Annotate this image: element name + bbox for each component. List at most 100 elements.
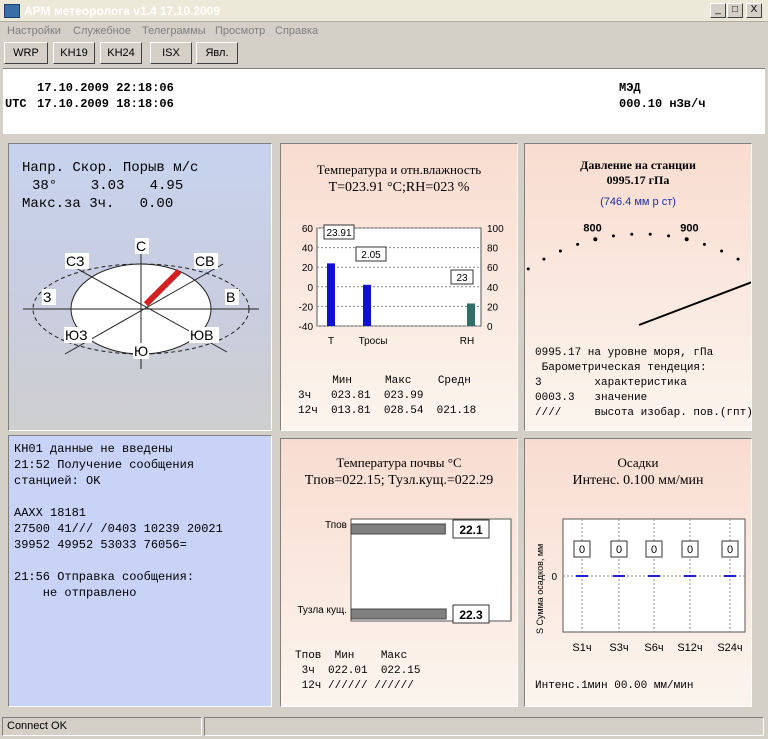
kh24-button[interactable]: KH24 (100, 42, 142, 64)
menu-view[interactable]: Просмотр (215, 25, 265, 37)
menu-help[interactable]: Справка (275, 25, 318, 37)
gauge-tick (648, 232, 652, 236)
temp-data-label: 23.91 (326, 228, 351, 239)
precip-category-label: S3ч (609, 642, 628, 654)
temp-bar (327, 263, 335, 326)
soil-stats-3h: 3ч 022.01 022.15 (295, 665, 421, 677)
gauge-tick (542, 257, 546, 261)
pressure-panel: Давление на станции 0995.17 гПа (746.4 м… (524, 143, 752, 431)
precip-y-axis-label: S Сумма осадков, мм (535, 544, 545, 634)
log-line: 27500 41/// /0403 10239 20021 (14, 522, 223, 536)
close-button[interactable]: X (746, 3, 762, 18)
compass-sw: ЮЗ (65, 327, 88, 343)
precipitation-panel: Осадки Интенс. 0.100 мм/мин 0S Сумма оса… (524, 438, 752, 707)
temp-left-tick: -20 (299, 302, 314, 313)
menu-settings[interactable]: Настройки (7, 25, 61, 37)
compass-se: ЮВ (190, 327, 213, 343)
gauge-tick (526, 267, 530, 271)
gauge-tick (611, 234, 615, 238)
precip-data-label: 0 (651, 544, 657, 556)
menu-service[interactable]: Служебное (73, 25, 131, 37)
precip-category-label: S6ч (644, 642, 663, 654)
temp-category-label: RH (460, 336, 474, 347)
utc-label: UTC (5, 97, 27, 111)
precip-intensity-1min: Интенс.1мин 00.00 мм/мин (535, 680, 694, 692)
temp-category-label: Тросы (359, 336, 388, 347)
precip-bar (724, 575, 736, 577)
soil-category-label: Тпов (325, 520, 347, 531)
temp-right-tick: 40 (487, 283, 499, 294)
temp-left-tick: 20 (302, 263, 314, 274)
menu-telegrams[interactable]: Телеграммы (142, 25, 206, 37)
temp-data-label: 2.05 (361, 250, 381, 261)
gauge-tick (684, 237, 689, 242)
maximize-button[interactable]: □ (727, 3, 743, 18)
wrp-button[interactable]: WRP (4, 42, 48, 64)
soil-stats-header: Tпов Мин Макс (295, 650, 408, 662)
menu-bar: Настройки Служебное Телеграммы Просмотр … (0, 22, 768, 40)
precip-bar (613, 575, 625, 577)
status-text: Connect OK (2, 717, 202, 736)
isobaric-height: //// высота изобар. пов.(гпт) (535, 407, 752, 419)
precip-data-label: 0 (727, 544, 733, 556)
isx-button[interactable]: ISX (150, 42, 192, 64)
temp-left-tick: 40 (302, 244, 314, 255)
temperature-stats-12h: 12ч 013.81 028.54 021.18 (298, 405, 477, 417)
precip-bar (648, 575, 660, 577)
temp-left-tick: -40 (299, 322, 314, 333)
soil-chart: Тпов 22.1 Тузла кущ. 22.3 (297, 518, 512, 624)
message-log-panel: КН01 данные не введены 21:52 Получение со… (8, 435, 272, 707)
soil-data-label: 22.1 (459, 523, 483, 537)
temp-right-tick: 60 (487, 263, 499, 274)
precip-bar (576, 575, 588, 577)
kh19-button[interactable]: KH19 (53, 42, 95, 64)
toolbar: WRP KH19 KH24 ISX Явл. (0, 40, 768, 66)
gauge-scale-label: 800 (583, 223, 601, 235)
gauge-scale-label: 900 (680, 223, 698, 235)
message-log: КН01 данные не введены 21:52 Получение со… (14, 441, 223, 601)
soil-temperature-panel: Температура почвы °C Tпов=022.15; Тузл.к… (280, 438, 518, 707)
dose-rate-value: 000.10 нЗв/ч (619, 97, 706, 111)
soil-bar (350, 608, 447, 620)
precip-category-label: S24ч (717, 642, 742, 654)
minimize-button[interactable]: _ (710, 3, 726, 18)
dose-rate-label: МЭД (619, 81, 641, 95)
wind-compass: С СВ В ЮВ Ю ЮЗ З СЗ (23, 238, 259, 369)
log-line: AAXX 18181 (14, 506, 87, 520)
precip-data-label: 0 (579, 544, 585, 556)
temperature-chart: 60 40 20 0 -20 -40 100 80 60 40 20 0 23.91 2.05 23 T Тро… (299, 224, 505, 347)
gauge-tick (702, 242, 706, 246)
precip-category-label: S1ч (572, 642, 591, 654)
log-line: не отправлено (14, 586, 137, 600)
wind-panel: Напр. Скор. Порыв м/с 38° 3.03 4.95 Макс… (8, 143, 272, 431)
precip-bar (684, 575, 696, 577)
status-bar: Connect OK (0, 715, 768, 739)
precip-y-tick: 0 (551, 572, 557, 583)
compass-w: З (43, 289, 51, 305)
log-line: 21:56 Отправка сообщения: (14, 570, 195, 584)
soil-stats-12h: 12ч ////// ////// (295, 680, 414, 692)
temp-right-tick: 100 (487, 224, 504, 235)
gauge-tick (736, 257, 740, 261)
sea-level-pressure: 0995.17 на уровне моря, гПа (535, 347, 714, 359)
log-line: 21:52 Получение сообщения (14, 458, 195, 472)
gauge-tick (630, 232, 634, 236)
pressure-tendency-label: Барометрическая тендеция: (535, 362, 707, 374)
temperature-stats-header: Мин Макс Средн (319, 375, 471, 387)
compass-nw: СЗ (66, 253, 84, 269)
temp-bar (467, 303, 475, 326)
precip-category-label: S12ч (677, 642, 702, 654)
info-bar: 17.10.2009 22:18:06 UTC 17.10.2009 18:18… (3, 68, 765, 134)
temp-left-tick: 0 (307, 283, 313, 294)
log-line: станцией: OK (14, 474, 101, 488)
gauge-needle (638, 281, 751, 326)
phenomena-button[interactable]: Явл. (196, 42, 238, 64)
temperature-stats-3h: 3ч 023.81 023.99 (298, 390, 424, 402)
pressure-characteristic: 3 характеристика (535, 377, 687, 389)
title-bar: АРМ метеоролога v1.4 17.10.2009 _ □ X (0, 0, 768, 22)
gauge-tick (576, 242, 580, 246)
gauge-tick (667, 234, 671, 238)
app-icon (4, 4, 20, 18)
soil-bar (350, 523, 446, 535)
